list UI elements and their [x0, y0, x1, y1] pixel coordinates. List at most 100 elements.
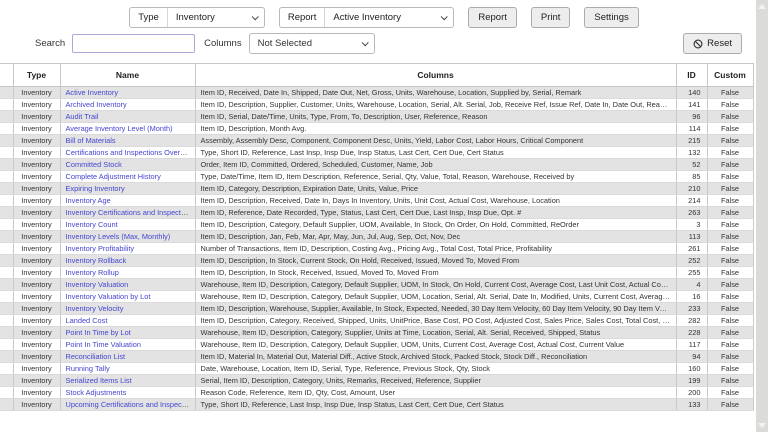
report-name-link[interactable]: Serialized Items List: [66, 376, 132, 385]
cell-sliver: [0, 111, 13, 123]
cell-type: Inventory: [13, 171, 60, 183]
cell-columns: Warehouse, Item ID, Description, Categor…: [195, 339, 676, 351]
table-row: Inventory Point In Time by Lot Warehouse…: [0, 327, 753, 339]
report-name-link[interactable]: Expiring Inventory: [66, 184, 125, 193]
report-name-link[interactable]: Certifications and Inspections Overview: [66, 148, 195, 157]
reset-button[interactable]: Reset: [683, 33, 742, 54]
table-header-row: Type Name Columns ID Custom: [0, 64, 753, 87]
cell-id: 252: [676, 255, 707, 267]
cell-sliver: [0, 195, 13, 207]
cell-custom: False: [707, 399, 753, 411]
cell-custom: False: [707, 303, 753, 315]
ban-icon: [693, 39, 703, 49]
type-select[interactable]: Inventory: [168, 8, 264, 27]
report-button[interactable]: Report: [468, 7, 517, 28]
report-name-link[interactable]: Inventory Rollback: [66, 256, 127, 265]
cell-name: Inventory Age: [60, 195, 195, 207]
report-name-link[interactable]: Inventory Velocity: [66, 304, 124, 313]
table-row: Inventory Inventory Rollup Item ID, Desc…: [0, 267, 753, 279]
report-name-link[interactable]: Inventory Certifications and Inspections: [66, 208, 195, 217]
columns-select[interactable]: Not Selected: [249, 33, 375, 54]
report-name-link[interactable]: Point In Time Valuation: [66, 340, 141, 349]
cell-sliver: [0, 171, 13, 183]
report-name-link[interactable]: Average Inventory Level (Month): [66, 124, 173, 133]
columns-label: Columns: [204, 38, 242, 49]
cell-columns: Item ID, Description, Category, Received…: [195, 315, 676, 327]
header-name: Name: [60, 64, 195, 87]
cell-columns: Warehouse, Item ID, Description, Categor…: [195, 327, 676, 339]
report-name-link[interactable]: Inventory Rollup: [66, 268, 119, 277]
cell-sliver: [0, 303, 13, 315]
cell-columns: Item ID, Serial, Date/Time, Units, Type,…: [195, 111, 676, 123]
cell-columns: Item ID, Description, In Stock, Received…: [195, 267, 676, 279]
cell-custom: False: [707, 339, 753, 351]
report-name-link[interactable]: Upcoming Certifications and Inspections: [66, 400, 196, 409]
report-name-link[interactable]: Running Tally: [66, 364, 110, 373]
cell-id: 263: [676, 207, 707, 219]
cell-name: Inventory Levels (Max, Monthly): [60, 231, 195, 243]
cell-columns: Item ID, Material In, Material Out, Mate…: [195, 351, 676, 363]
report-name-link[interactable]: Inventory Age: [66, 196, 111, 205]
cell-columns: Item ID, Description, Warehouse, Supplie…: [195, 303, 676, 315]
scroll-up-icon[interactable]: [758, 4, 766, 9]
cell-name: Serialized Items List: [60, 375, 195, 387]
table-row: Inventory Audit Trail Item ID, Serial, D…: [0, 111, 753, 123]
cell-type: Inventory: [13, 315, 60, 327]
cell-name: Point In Time Valuation: [60, 339, 195, 351]
cell-custom: False: [707, 231, 753, 243]
type-select-group: Type Inventory: [129, 7, 265, 28]
header-sliver: [0, 64, 13, 87]
cell-custom: False: [707, 267, 753, 279]
cell-id: 214: [676, 195, 707, 207]
type-select-value: Inventory: [176, 12, 215, 23]
cell-columns: Type, Short ID, Reference, Last Insp, In…: [195, 399, 676, 411]
table-row: Inventory Inventory Certifications and I…: [0, 207, 753, 219]
cell-name: Expiring Inventory: [60, 183, 195, 195]
cell-sliver: [0, 399, 13, 411]
cell-name: Certifications and Inspections Overview: [60, 147, 195, 159]
print-button[interactable]: Print: [531, 7, 571, 28]
table-row: Inventory Inventory Count Item ID, Descr…: [0, 219, 753, 231]
cell-id: 114: [676, 123, 707, 135]
cell-type: Inventory: [13, 123, 60, 135]
report-select[interactable]: Active Inventory: [325, 8, 453, 27]
table-row: Inventory Certifications and Inspections…: [0, 147, 753, 159]
cell-name: Landed Cost: [60, 315, 195, 327]
report-name-link[interactable]: Inventory Valuation: [66, 280, 129, 289]
cell-id: 3: [676, 219, 707, 231]
cell-columns: Item ID, Description, In Stock, Current …: [195, 255, 676, 267]
cell-name: Bill of Materials: [60, 135, 195, 147]
cell-custom: False: [707, 363, 753, 375]
report-name-link[interactable]: Audit Trail: [66, 112, 99, 121]
cell-type: Inventory: [13, 303, 60, 315]
cell-sliver: [0, 267, 13, 279]
cell-name: Complete Adjustment History: [60, 171, 195, 183]
report-name-link[interactable]: Landed Cost: [66, 316, 108, 325]
report-name-link[interactable]: Stock Adjustments: [66, 388, 127, 397]
cell-type: Inventory: [13, 375, 60, 387]
chevron-down-icon: [361, 39, 368, 46]
cell-custom: False: [707, 207, 753, 219]
search-input[interactable]: [72, 34, 195, 53]
cell-id: 233: [676, 303, 707, 315]
report-name-link[interactable]: Committed Stock: [66, 160, 122, 169]
cell-name: Inventory Certifications and Inspections: [60, 207, 195, 219]
cell-type: Inventory: [13, 111, 60, 123]
report-name-link[interactable]: Reconciliation List: [66, 352, 126, 361]
report-name-link[interactable]: Active Inventory: [66, 88, 119, 97]
report-name-link[interactable]: Point In Time by Lot: [66, 328, 131, 337]
vertical-scrollbar[interactable]: [756, 0, 768, 432]
report-name-link[interactable]: Inventory Valuation by Lot: [66, 292, 151, 301]
scroll-down-icon[interactable]: [758, 423, 766, 428]
report-name-link[interactable]: Inventory Count: [66, 220, 118, 229]
report-name-link[interactable]: Bill of Materials: [66, 136, 116, 145]
report-name-link[interactable]: Inventory Profitability: [66, 244, 135, 253]
settings-button[interactable]: Settings: [584, 7, 638, 28]
report-select-group: Report Active Inventory: [279, 7, 455, 28]
cell-id: 199: [676, 375, 707, 387]
report-name-link[interactable]: Archived Inventory: [66, 100, 127, 109]
report-name-link[interactable]: Complete Adjustment History: [66, 172, 161, 181]
cell-id: 16: [676, 291, 707, 303]
table-row: Inventory Running Tally Date, Warehouse,…: [0, 363, 753, 375]
report-name-link[interactable]: Inventory Levels (Max, Monthly): [66, 232, 171, 241]
